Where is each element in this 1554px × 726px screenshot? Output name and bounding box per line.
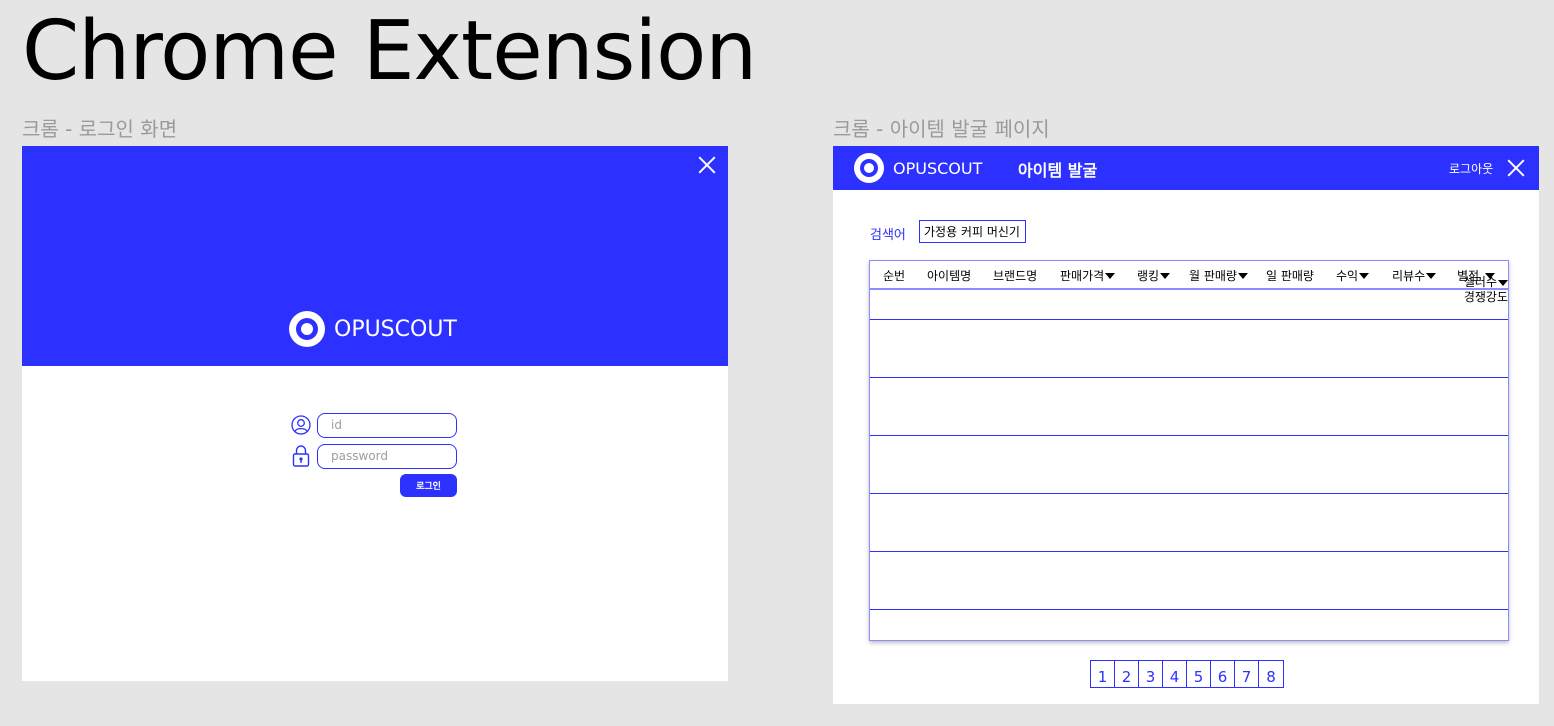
password-field[interactable]: password (317, 443, 457, 469)
login-form: id password 로그인 (290, 412, 460, 497)
page-button[interactable]: 6 (1211, 661, 1235, 687)
id-row: id (290, 412, 460, 438)
table-row[interactable] (870, 552, 1508, 610)
item-frame: OPUSCOUT 아이템 발굴 로그아웃 검색어 가정용 커피 머신기 순번 아… (833, 146, 1539, 704)
column-header-brand[interactable]: 브랜드명 (993, 267, 1037, 284)
table-row[interactable] (870, 378, 1508, 436)
logout-button[interactable]: 로그아웃 (1449, 160, 1493, 177)
column-header-index[interactable]: 순번 (883, 267, 905, 284)
sort-arrow-icon (1105, 272, 1116, 279)
brand-name: OPUSCOUT (334, 316, 457, 342)
column-header-profit[interactable]: 수익 (1336, 267, 1370, 284)
results-table: 순번 아이템명 브랜드명 판매가격 랭킹 월 판매량 일 판매량 수익 리뷰수 … (869, 260, 1509, 641)
close-icon[interactable] (1506, 158, 1526, 178)
logo-icon (854, 153, 884, 183)
logo-icon (289, 311, 325, 347)
column-header-ranking[interactable]: 랭킹 (1137, 267, 1171, 284)
login-frame-label: 크롬 - 로그인 화면 (22, 117, 178, 141)
column-header-sellers[interactable]: 셀러수 (1464, 275, 1508, 290)
login-button[interactable]: 로그인 (400, 474, 457, 497)
page-button[interactable]: 3 (1139, 661, 1163, 687)
page-title: Chrome Extension (22, 4, 757, 99)
login-frame: OPUSCOUT id password 로그인 (22, 146, 728, 681)
table-header: 순번 아이템명 브랜드명 판매가격 랭킹 월 판매량 일 판매량 수익 리뷰수 … (870, 261, 1508, 290)
table-row[interactable] (870, 436, 1508, 494)
brand-logo: OPUSCOUT (289, 311, 457, 347)
table-row[interactable] (870, 320, 1508, 378)
close-icon[interactable] (697, 155, 717, 175)
page-button[interactable]: 5 (1187, 661, 1211, 687)
page-button[interactable]: 8 (1259, 661, 1283, 687)
brand-name: OPUSCOUT (893, 158, 983, 178)
user-icon (290, 413, 312, 437)
search-input[interactable]: 가정용 커피 머신기 (919, 220, 1026, 243)
page-button[interactable]: 4 (1163, 661, 1187, 687)
item-header: OPUSCOUT 아이템 발굴 로그아웃 (833, 146, 1539, 190)
column-header-daily-sales[interactable]: 일 판매량 (1266, 267, 1314, 284)
column-header-monthly-sales[interactable]: 월 판매량 (1189, 267, 1248, 284)
page-button[interactable]: 2 (1115, 661, 1139, 687)
page-button[interactable]: 1 (1091, 661, 1115, 687)
header-title: 아이템 발굴 (1018, 161, 1098, 180)
sort-arrow-icon (1359, 272, 1370, 279)
password-row: password (290, 443, 460, 469)
column-header-price[interactable]: 판매가격 (1060, 267, 1116, 284)
sort-arrow-icon (1426, 272, 1437, 279)
sort-arrow-icon (1237, 272, 1248, 279)
header-brand: OPUSCOUT (854, 153, 982, 183)
table-row[interactable] (870, 494, 1508, 552)
pagination: 1 2 3 4 5 6 7 8 (1090, 660, 1284, 688)
column-header-reviews[interactable]: 리뷰수 (1392, 267, 1437, 284)
id-field[interactable]: id (317, 412, 457, 438)
item-frame-label: 크롬 - 아이템 발굴 페이지 (833, 117, 1050, 141)
table-row[interactable] (870, 290, 1508, 320)
search-label: 검색어 (870, 228, 906, 243)
column-header-item-name[interactable]: 아이템명 (927, 267, 971, 284)
login-hero: OPUSCOUT (22, 146, 728, 366)
lock-icon (290, 444, 312, 468)
page-button[interactable]: 7 (1235, 661, 1259, 687)
sort-arrow-icon (1498, 279, 1508, 286)
sort-arrow-icon (1160, 272, 1171, 279)
